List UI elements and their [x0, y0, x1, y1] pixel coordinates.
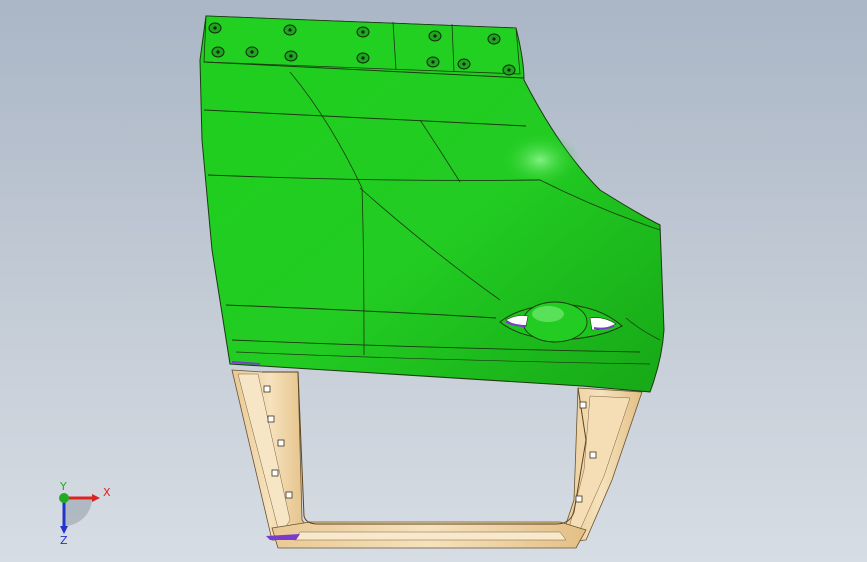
z-axis-label: Z	[60, 534, 68, 547]
x-axis-arrowhead	[92, 494, 100, 502]
inner-door-frame	[231, 369, 643, 549]
x-axis-label: X	[103, 486, 111, 499]
z-axis-arrowhead	[60, 526, 68, 534]
y-axis-label: Y	[59, 480, 67, 493]
triad-plane	[64, 498, 92, 526]
door-3d-model[interactable]	[0, 0, 867, 562]
orientation-triad: X Y Z	[59, 480, 111, 547]
outer-door-panel	[199, 15, 665, 393]
graphics-viewport[interactable]: X Y Z	[0, 0, 867, 562]
y-axis-dot	[59, 493, 69, 503]
